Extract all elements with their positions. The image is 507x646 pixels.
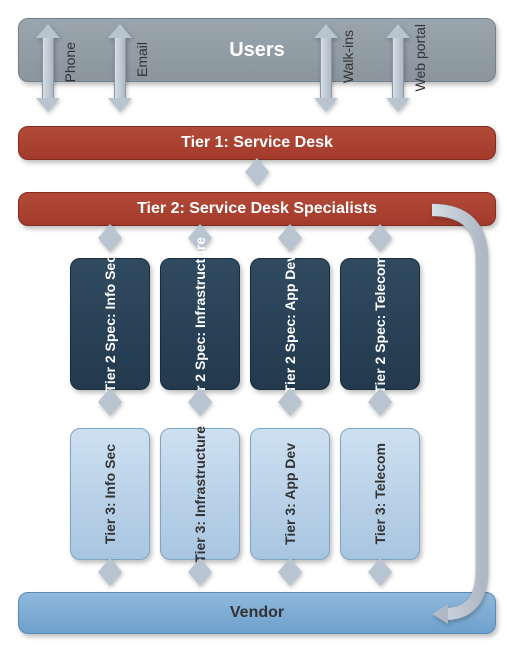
arrow-t3-vendor-0 [98, 558, 122, 586]
vendor-label: Vendor [230, 604, 284, 622]
spec-box-3: Tier 2 Spec: Telecom [340, 258, 420, 390]
users-label: Users [229, 39, 285, 62]
spec-box-0: Tier 2 Spec: Info Sec [70, 258, 150, 390]
channel-arrow-phone [36, 24, 60, 112]
channel-arrow-webportal [386, 24, 410, 112]
channel-arrow-email [108, 24, 132, 112]
tier3-label-2: Tier 3: App Dev [282, 443, 298, 545]
channel-arrow-walkins [314, 24, 338, 112]
arrow-t2-spec-0 [98, 224, 122, 252]
arrow-spec-t3-3 [368, 388, 392, 416]
arrow-t3-vendor-3 [368, 558, 392, 586]
tier3-box-1: Tier 3: Infrastructure [160, 428, 240, 560]
arrow-t3-vendor-1 [188, 558, 212, 586]
tier1-label: Tier 1: Service Desk [181, 134, 333, 152]
tier3-box-2: Tier 3: App Dev [250, 428, 330, 560]
spec-label-3: Tier 2 Spec: Telecom [372, 255, 388, 394]
tier3-label-1: Tier 3: Infrastructure [192, 426, 208, 563]
channel-label-email: Email [134, 42, 150, 77]
tier3-label-3: Tier 3: Telecom [372, 443, 388, 544]
spec-box-2: Tier 2 Spec: App Dev [250, 258, 330, 390]
channel-label-walkins: Walk-ins [340, 30, 356, 83]
arrow-spec-t3-1 [188, 388, 212, 416]
channel-label-phone: Phone [62, 42, 78, 82]
spec-label-0: Tier 2 Spec: Info Sec [102, 255, 118, 392]
arrow-spec-t3-2 [278, 388, 302, 416]
tier3-box-3: Tier 3: Telecom [340, 428, 420, 560]
tier3-label-0: Tier 3: Info Sec [102, 444, 118, 544]
channel-label-webportal: Web portal [412, 24, 428, 91]
arrow-t2-vendor-curve [430, 200, 500, 630]
vendor-box: Vendor [18, 592, 496, 634]
arrow-t1-t2 [245, 158, 269, 186]
tier1-box: Tier 1: Service Desk [18, 126, 496, 160]
arrow-spec-t3-0 [98, 388, 122, 416]
spec-box-1: Tier 2 Spec: Infrastructure [160, 258, 240, 390]
tier2-box: Tier 2: Service Desk Specialists [18, 192, 496, 226]
spec-label-1: Tier 2 Spec: Infrastructure [192, 237, 208, 411]
arrow-t2-spec-2 [278, 224, 302, 252]
arrow-t2-spec-3 [368, 224, 392, 252]
arrow-t3-vendor-2 [278, 558, 302, 586]
tier3-box-0: Tier 3: Info Sec [70, 428, 150, 560]
tier2-label: Tier 2: Service Desk Specialists [137, 200, 377, 218]
spec-label-2: Tier 2 Spec: App Dev [282, 254, 298, 393]
